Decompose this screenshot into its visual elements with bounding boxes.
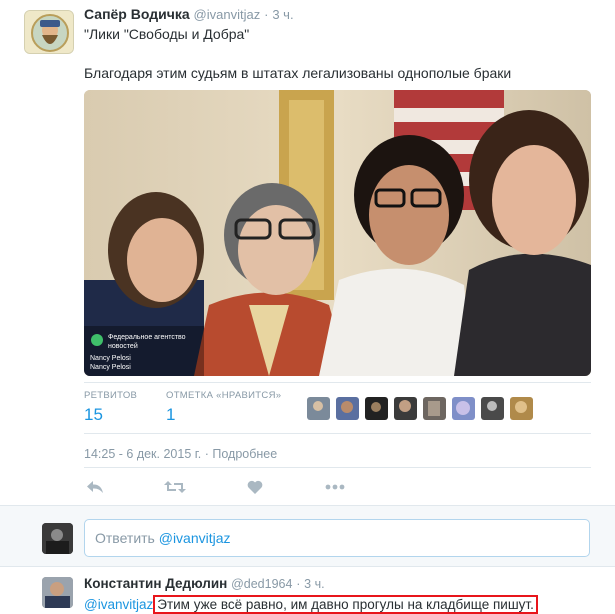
reply-input-prefix: Ответить [95,530,159,546]
engager-avatar[interactable] [394,397,417,420]
reply-time[interactable]: 3 ч. [304,577,324,591]
likes-stat[interactable]: ОТМЕТКА «НРАВИТСЯ» 1 [166,390,281,425]
engager-avatar[interactable] [481,397,504,420]
tweet-actions [84,478,384,498]
tweet-text-line-2: Благодаря этим судьям в штатах легализов… [84,65,512,81]
engager-avatar[interactable] [365,397,388,420]
photo-caption-1: Nancy Pelosi [90,355,131,362]
more-icon[interactable] [324,478,346,496]
reply-composer: Ответить @ivanvitjaz [0,505,615,567]
separator-dot: · [264,7,269,22]
retweets-label: РЕТВИТОВ [84,390,138,401]
reply-author-avatar[interactable] [42,577,73,608]
current-user-avatar [42,523,73,554]
reply-header: Константин Дедюлин @ded1964 · 3 ч. [84,576,325,591]
retweets-stat[interactable]: РЕТВИТОВ 15 [84,390,137,425]
tweet: Сапёр Водичка @ivanvitjaz · 3 ч. "Лики "… [0,0,615,505]
divider [84,433,591,434]
author-name[interactable]: Сапёр Водичка [84,6,190,22]
reply-mention[interactable]: @ivanvitjaz [84,597,153,612]
details-link[interactable]: Подробнее [212,447,277,461]
tweet-text-line-1: "Лики "Свободы и Добра" [84,26,250,42]
divider [84,467,591,468]
retweets-count: 15 [84,405,103,424]
author-avatar[interactable] [24,10,74,54]
author-handle[interactable]: @ivanvitjaz [194,7,261,22]
divider [84,382,591,383]
likes-count: 1 [166,405,176,424]
reply-author-name[interactable]: Константин Дедюлин [84,576,227,591]
photo-watermark-1: Федеральное агентство [108,334,186,341]
tweet-header: Сапёр Водичка @ivanvitjaz · 3 ч. [84,6,294,22]
photo-watermark-2: новостей [108,342,138,350]
tweet-meta: 14:25 - 6 дек. 2015 г. · Подробнее [84,447,277,461]
reply-text: @ivanvitjaz Этим уже всё равно, им давно … [84,595,538,614]
engager-avatar[interactable] [336,397,359,420]
engager-avatar[interactable] [510,397,533,420]
reply-input-mention: @ivanvitjaz [158,530,231,546]
highlighted-reply-text: Этим уже всё равно, им давно прогулы на … [153,595,538,614]
engager-avatars [307,397,533,420]
retweet-icon[interactable] [164,478,186,496]
engager-avatar[interactable] [452,397,475,420]
photo-caption-2: Nancy Pelosi [90,364,131,371]
engager-avatar[interactable] [423,397,446,420]
like-icon[interactable] [244,478,266,496]
reply-input[interactable]: Ответить @ivanvitjaz [84,519,590,557]
tweet-time[interactable]: 3 ч. [272,7,293,22]
engager-avatar[interactable] [307,397,330,420]
separator-dot: · [296,577,301,591]
reply-icon[interactable] [84,478,106,496]
likes-label: ОТМЕТКА «НРАВИТСЯ» [166,390,282,401]
reply-tweet: Константин Дедюлин @ded1964 · 3 ч. @ivan… [0,567,615,614]
tweet-timestamp[interactable]: 14:25 - 6 дек. 2015 г. [84,447,201,461]
tweet-photo[interactable]: Федеральное агентство новостей Nancy Pel… [84,90,591,376]
reply-author-handle[interactable]: @ded1964 [231,577,292,591]
